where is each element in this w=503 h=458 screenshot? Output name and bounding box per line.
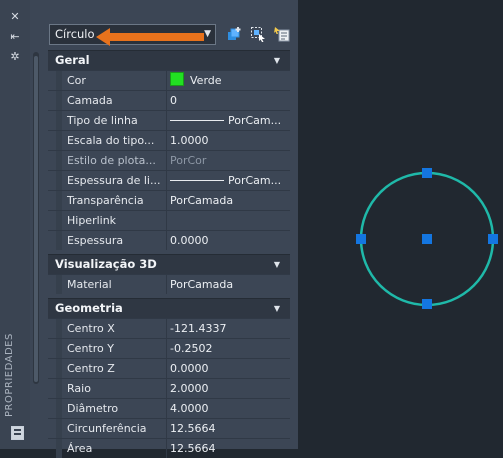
palette-title: PROPRIEDADES — [4, 333, 15, 417]
property-value[interactable]: 1.0000 — [170, 131, 288, 150]
quick-select-icon[interactable] — [274, 26, 290, 42]
category-geometria[interactable]: Geometria ▼ — [48, 298, 290, 318]
property-value-text: PorCam... — [228, 174, 282, 187]
lineweight-preview — [170, 180, 224, 181]
property-name: Tipo de linha — [67, 114, 138, 127]
property-row-escala-tipo-linha[interactable]: Escala do tipo... 1.0000 — [48, 130, 290, 150]
object-type-value: Círculo — [55, 27, 95, 41]
property-name: Espessura de li... — [67, 174, 161, 187]
property-value[interactable]: Verde — [170, 71, 288, 90]
property-name: Material — [67, 278, 112, 291]
property-name: Centro Z — [67, 362, 115, 375]
property-name: Centro X — [67, 322, 115, 335]
annotation-arrow-icon — [96, 28, 204, 46]
property-value[interactable]: 0.0000 — [170, 231, 288, 250]
grip-top[interactable] — [422, 168, 432, 178]
linetype-preview — [170, 120, 224, 121]
property-row-camada[interactable]: Camada 0 — [48, 90, 290, 110]
property-value[interactable]: 0.0000 — [170, 359, 288, 378]
property-row-cor[interactable]: Cor Verde — [48, 70, 290, 90]
property-grid: Geral ▼ Cor Verde Camada 0 Tipo de linha… — [48, 50, 290, 458]
auto-hide-icon[interactable]: ⇤ — [8, 30, 22, 44]
category-title: Geral — [55, 53, 90, 67]
category-geral[interactable]: Geral ▼ — [48, 50, 290, 70]
collapse-chevron-icon[interactable]: ▼ — [274, 299, 280, 318]
property-value-text: Verde — [190, 74, 222, 87]
property-value[interactable] — [170, 211, 288, 230]
property-value[interactable]: -121.4337 — [170, 319, 288, 338]
property-value-text: PorCam... — [228, 114, 282, 127]
category-title: Geometria — [55, 301, 123, 315]
property-value[interactable]: PorCam... — [170, 111, 288, 130]
property-name: Camada — [67, 94, 113, 107]
property-value[interactable]: 2.0000 — [170, 379, 288, 398]
property-row-espessura-linha[interactable]: Espessura de li... PorCam... — [48, 170, 290, 190]
collapse-chevron-icon[interactable]: ▼ — [274, 51, 280, 70]
grip-right[interactable] — [488, 234, 498, 244]
property-value[interactable]: 4.0000 — [170, 399, 288, 418]
property-name: Raio — [67, 382, 91, 395]
select-objects-icon[interactable] — [250, 26, 266, 42]
gear-icon[interactable]: ✲ — [8, 50, 22, 64]
property-row-transparencia[interactable]: Transparência PorCamada — [48, 190, 290, 210]
drawing-canvas[interactable] — [340, 160, 503, 320]
property-value[interactable]: -0.2502 — [170, 339, 288, 358]
property-row-diametro[interactable]: Diâmetro 4.0000 — [48, 398, 290, 418]
property-name: Circunferência — [67, 422, 147, 435]
property-row-hiperlink[interactable]: Hiperlink — [48, 210, 290, 230]
grip-bottom[interactable] — [422, 299, 432, 309]
property-value[interactable]: 12.5664 — [170, 419, 288, 438]
property-row-tipo-de-linha[interactable]: Tipo de linha PorCam... — [48, 110, 290, 130]
property-name: Estilo de plota... — [67, 154, 156, 167]
property-value[interactable]: PorCamada — [170, 275, 288, 294]
property-row-circunferencia[interactable]: Circunferência 12.5664 — [48, 418, 290, 438]
property-name: Cor — [67, 74, 86, 87]
property-row-area[interactable]: Área 12.5664 — [48, 438, 290, 458]
property-name: Escala do tipo... — [67, 134, 155, 147]
property-row-estilo-plotagem[interactable]: Estilo de plota... PorCor — [48, 150, 290, 170]
category-visualizacao-3d[interactable]: Visualização 3D ▼ — [48, 254, 290, 274]
property-name: Centro Y — [67, 342, 114, 355]
property-row-centro-y[interactable]: Centro Y -0.2502 — [48, 338, 290, 358]
property-value: PorCor — [170, 154, 207, 167]
toggle-pickadd-icon[interactable] — [226, 26, 242, 42]
property-name: Hiperlink — [67, 214, 117, 227]
grip-center[interactable] — [422, 234, 432, 244]
property-row-material[interactable]: Material PorCamada — [48, 274, 290, 294]
property-value[interactable]: 0 — [170, 91, 288, 110]
property-row-centro-x[interactable]: Centro X -121.4337 — [48, 318, 290, 338]
property-value[interactable]: PorCam... — [170, 171, 288, 190]
category-title: Visualização 3D — [55, 257, 157, 271]
property-name: Diâmetro — [67, 402, 119, 415]
property-row-centro-z[interactable]: Centro Z 0.0000 — [48, 358, 290, 378]
property-row-espessura[interactable]: Espessura 0.0000 — [48, 230, 290, 250]
properties-palette-icon — [11, 426, 24, 440]
collapse-chevron-icon[interactable]: ▼ — [274, 255, 280, 274]
color-swatch — [170, 72, 184, 86]
property-row-raio[interactable]: Raio 2.0000 — [48, 378, 290, 398]
panel-scrollbar-thumb[interactable] — [34, 56, 38, 382]
property-value[interactable]: PorCamada — [170, 191, 288, 210]
close-icon[interactable]: ✕ — [8, 10, 22, 24]
property-name: Espessura — [67, 234, 124, 247]
grip-left[interactable] — [356, 234, 366, 244]
property-name: Transparência — [67, 194, 144, 207]
palette-side-strip: ✕ ⇤ ✲ PROPRIEDADES — [0, 0, 30, 449]
